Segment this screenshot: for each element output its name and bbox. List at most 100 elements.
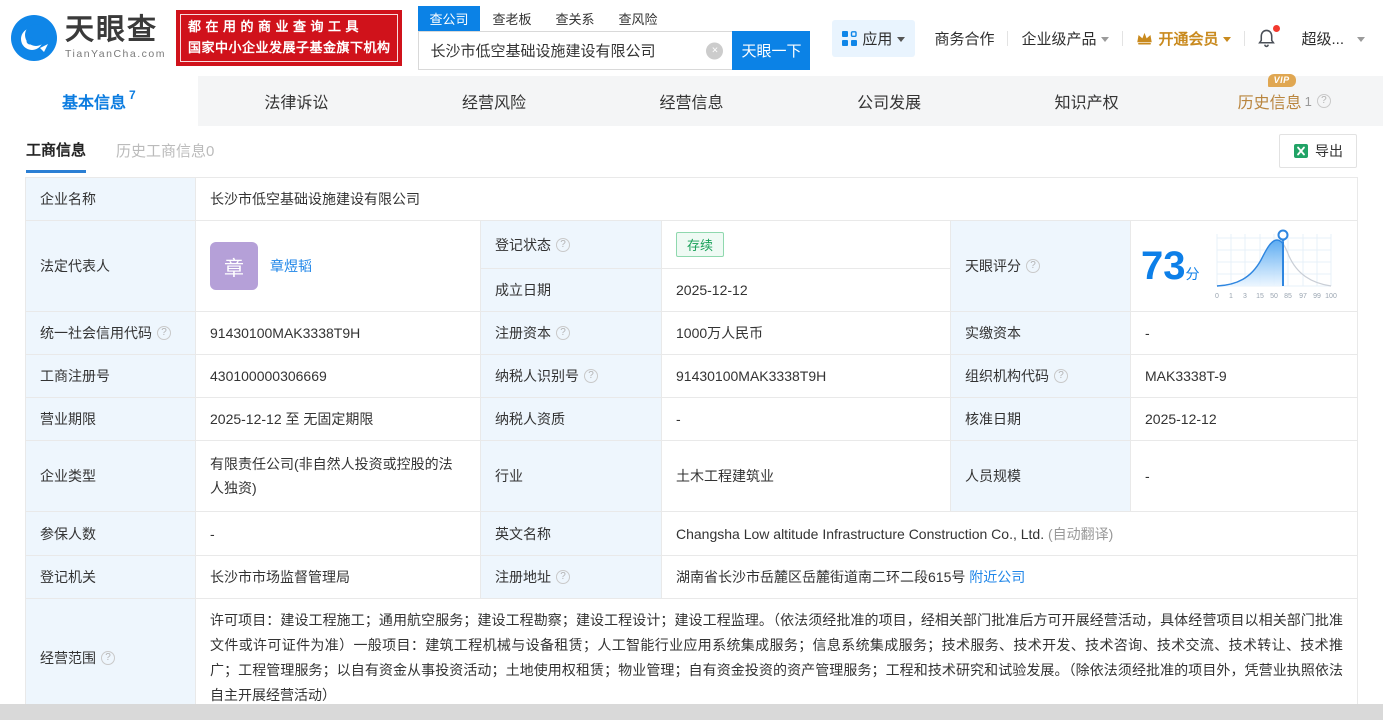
field-label-reg-status: 登记状态 ?	[481, 221, 662, 268]
brand-name: 天眼查	[65, 14, 159, 46]
help-icon[interactable]: ?	[1054, 369, 1068, 383]
apps-menu[interactable]: 应用	[832, 19, 916, 57]
field-label-reg-authority: 登记机关	[26, 556, 196, 598]
page-bottom-strip	[0, 704, 1383, 720]
tab-history-info[interactable]: 历史信息 VIP 1 ?	[1185, 74, 1383, 126]
table-row: 企业名称 长沙市低空基础设施建设有限公司	[26, 178, 1357, 221]
help-icon[interactable]: ?	[1316, 94, 1331, 108]
table-row: 登记机关 长沙市市场监督管理局 注册地址 ? 湖南省长沙市岳麓区岳麓街道南二环二…	[26, 556, 1357, 599]
help-icon[interactable]: ?	[584, 369, 598, 383]
tab-legal-proceedings[interactable]: 法律诉讼	[198, 76, 396, 126]
field-value-reg-status: 存续	[662, 221, 951, 268]
table-row: 法定代表人 章 章煜韬 登记状态 ? 存续 成立日期 2025-12-12 天眼…	[26, 221, 1357, 312]
search-area: 查公司 查老板 查关系 查风险 × 天眼一下	[418, 6, 811, 70]
nav-business-cooperation[interactable]: 商务合作	[921, 28, 1007, 49]
field-label-approval-date: 核准日期	[951, 398, 1131, 440]
search-tabs: 查公司 查老板 查关系 查风险	[418, 6, 810, 31]
svg-text:97: 97	[1299, 293, 1307, 300]
chevron-down-icon	[897, 36, 906, 42]
field-value-industry: 土木工程建筑业	[662, 441, 951, 511]
tab-label: 经营风险	[461, 95, 526, 112]
search-tab-boss[interactable]: 查老板	[493, 6, 532, 31]
field-value-tianyan-score[interactable]: 73分 0 1 3 15 50 85 97 99 100	[1131, 221, 1357, 311]
search-tab-company[interactable]: 查公司	[418, 6, 480, 31]
help-icon[interactable]: ?	[556, 326, 570, 340]
tab-company-development[interactable]: 公司发展	[790, 76, 988, 126]
tianyancha-page: 天眼查 TianYanCha.com 都在用的商业查询工具 国家中小企业发展子基…	[0, 0, 1383, 720]
field-value-business-scope: 许可项目：建设工程施工；通用航空服务；建设工程勘察；建设工程设计；建设工程监理。…	[210, 612, 1343, 703]
field-label-tianyan-score: 天眼评分 ?	[951, 221, 1131, 311]
tab-count: 1	[1304, 93, 1312, 109]
field-label-industry: 行业	[481, 441, 662, 511]
search-input[interactable]	[418, 31, 733, 70]
help-icon[interactable]: ?	[556, 570, 570, 584]
field-label-legal-rep: 法定代表人	[26, 221, 196, 311]
nav-enterprise-products[interactable]: 企业级产品	[1008, 28, 1122, 49]
chevron-down-icon	[1223, 36, 1232, 42]
table-row: 营业期限 2025-12-12 至 无固定期限 纳税人资质 - 核准日期 202…	[26, 398, 1357, 441]
svg-text:3: 3	[1243, 293, 1247, 300]
subtab-history-business-info[interactable]: 历史工商信息0	[116, 127, 214, 171]
tab-label: 基本信息	[61, 95, 126, 112]
subtab-business-info[interactable]: 工商信息	[26, 126, 87, 173]
field-value-taxpayer-id: 91430100MAK3338T9H	[662, 355, 951, 397]
field-value-address: 湖南省长沙市岳麓区岳麓街道南二环二段615号 附近公司	[676, 567, 1026, 587]
help-icon[interactable]: ?	[556, 237, 570, 252]
chevron-down-icon[interactable]	[1357, 36, 1365, 42]
search-button[interactable]: 天眼一下	[732, 31, 811, 70]
user-menu[interactable]: 超级...	[1288, 28, 1357, 49]
tab-label: 历史信息	[1237, 95, 1302, 112]
tab-label: 经营信息	[659, 95, 724, 112]
field-value-reg-number: 430100000306669	[196, 355, 481, 397]
nearby-companies-link[interactable]: 附近公司	[969, 567, 1025, 587]
search-tab-relation[interactable]: 查关系	[556, 6, 595, 31]
table-row: 企业类型 有限责任公司(非自然人投资或控股的法人独资) 行业 土木工程建筑业 人…	[26, 441, 1357, 512]
field-label-company-type: 企业类型	[26, 441, 196, 511]
help-icon[interactable]: ?	[1026, 259, 1040, 273]
table-row: 参保人数 - 英文名称 Changsha Low altitude Infras…	[26, 512, 1357, 556]
notifications-bell[interactable]	[1245, 24, 1288, 48]
score-distribution-chart: 0 1 3 15 50 85 97 99 100	[1215, 229, 1336, 300]
biz-label: 商务合作	[934, 30, 995, 48]
tab-operating-risk[interactable]: 经营风险	[395, 76, 593, 126]
tab-basic-info[interactable]: 基本信息 7	[0, 76, 198, 126]
field-label-org-code: 组织机构代码 ?	[951, 355, 1131, 397]
tab-label: 公司发展	[857, 95, 922, 112]
tab-operating-info[interactable]: 经营信息	[593, 76, 791, 126]
avatar[interactable]: 章	[210, 242, 258, 290]
search-tab-risk[interactable]: 查风险	[619, 6, 658, 31]
export-label: 导出	[1315, 143, 1343, 159]
field-value-taxpayer-quality: -	[662, 398, 951, 440]
vip-label: 开通会员	[1158, 30, 1219, 48]
nav-open-vip[interactable]: 开通会员	[1123, 28, 1244, 49]
promo-line2: 国家中小企业发展子基金旗下机构	[187, 40, 391, 55]
field-label-business-term: 营业期限	[26, 398, 196, 440]
svg-text:50: 50	[1270, 293, 1278, 300]
top-nav: 应用 商务合作 企业级产品 开通会员 超级...	[832, 19, 1369, 57]
logo[interactable]: 天眼查 TianYanCha.com	[10, 14, 166, 62]
field-value-legal-rep: 章 章煜韬	[196, 221, 481, 311]
help-icon[interactable]: ?	[157, 326, 171, 340]
promo-line1: 都在用的商业查询工具	[187, 19, 363, 35]
crown-icon	[1137, 32, 1153, 45]
field-value-approval-date: 2025-12-12	[1145, 411, 1217, 427]
field-label-credit-code: 统一社会信用代码 ?	[26, 312, 196, 354]
apps-grid-icon	[842, 30, 858, 46]
tab-intellectual-property[interactable]: 知识产权	[988, 76, 1186, 126]
field-label-insured: 参保人数	[26, 512, 196, 555]
help-icon[interactable]: ?	[101, 651, 115, 665]
export-button[interactable]: 导出	[1279, 134, 1357, 168]
clear-search-icon[interactable]: ×	[706, 42, 724, 59]
vip-badge: VIP	[1267, 74, 1296, 87]
field-value-english-name: Changsha Low altitude Infrastructure Con…	[676, 525, 1114, 542]
search-box: × 天眼一下	[418, 31, 811, 70]
svg-text:99: 99	[1313, 293, 1321, 300]
field-label-staff-size: 人员规模	[951, 441, 1131, 511]
legal-rep-link[interactable]: 章煜韬	[270, 256, 312, 276]
field-value-paid-capital: -	[1145, 325, 1150, 341]
business-info-table: 企业名称 长沙市低空基础设施建设有限公司 法定代表人 章 章煜韬 登记状态 ?	[25, 177, 1358, 718]
auto-translate-note: (自动翻译)	[1047, 525, 1114, 542]
section-tabs: 基本信息 7 法律诉讼 经营风险 经营信息 公司发展 知识产权 历史信息 VIP…	[0, 74, 1383, 126]
field-value-reg-capital: 1000万人民币	[662, 312, 951, 354]
table-row: 统一社会信用代码 ? 91430100MAK3338T9H 注册资本 ? 100…	[26, 312, 1357, 355]
